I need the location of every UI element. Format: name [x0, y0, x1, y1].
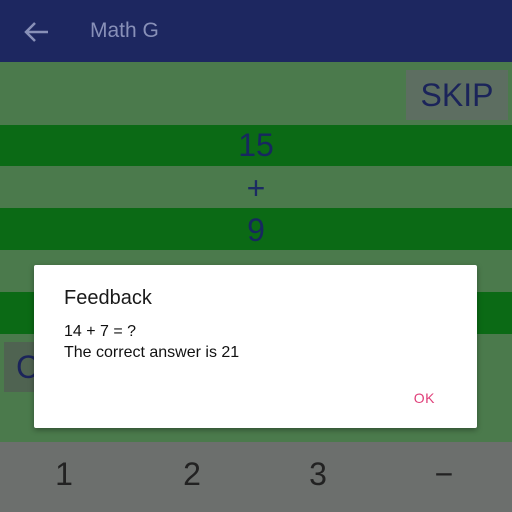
operand-one-band: 15 — [0, 125, 512, 166]
ok-button[interactable]: OK — [414, 390, 435, 406]
skip-button[interactable]: SKIP — [406, 70, 508, 120]
feedback-dialog: Feedback 14 + 7 = ? The correct answer i… — [34, 265, 477, 428]
dialog-answer: The correct answer is 21 — [64, 344, 240, 361]
dialog-title: Feedback — [64, 287, 152, 309]
arrow-left-icon[interactable] — [22, 20, 50, 44]
key-1[interactable]: 1 — [14, 456, 114, 493]
operand-two-band: 9 — [0, 208, 512, 250]
operator-band: + — [0, 166, 512, 208]
key-3[interactable]: 3 — [268, 456, 368, 493]
operator: + — [246, 170, 266, 206]
keypad: 1 2 3 − — [0, 442, 512, 512]
key-minus[interactable]: − — [394, 456, 494, 493]
operand-one: 15 — [238, 127, 274, 163]
dialog-question: 14 + 7 = ? — [64, 323, 137, 340]
dialog-message: 14 + 7 = ? The correct answer is 21 — [64, 321, 239, 363]
app-bar: Math G — [0, 0, 512, 62]
app-title: Math G — [90, 19, 159, 42]
key-2[interactable]: 2 — [142, 456, 242, 493]
operand-two: 9 — [247, 212, 265, 248]
